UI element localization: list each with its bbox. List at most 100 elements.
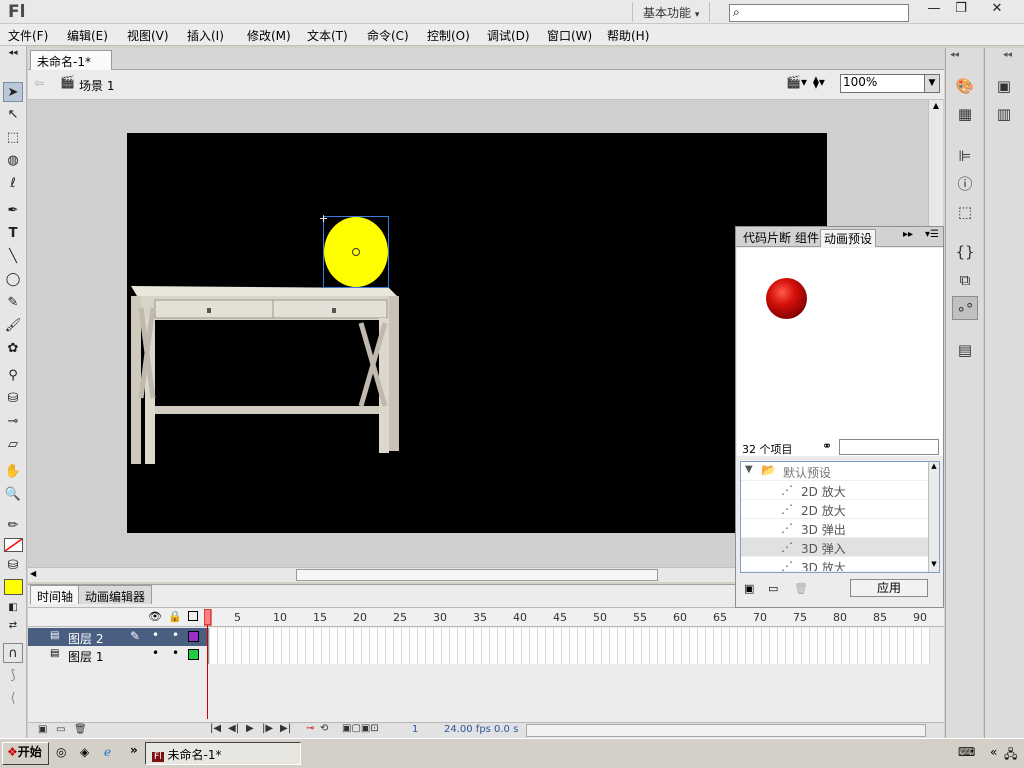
- stage[interactable]: +: [127, 133, 827, 533]
- preset-item[interactable]: ⋰ 3D 弹出: [741, 519, 928, 538]
- last-frame-icon[interactable]: ▶|: [280, 723, 291, 734]
- tray-expand-icon[interactable]: «: [990, 745, 997, 759]
- desk-image[interactable]: [127, 278, 402, 468]
- timeline-hscrollbar[interactable]: [526, 724, 926, 737]
- taskbar-item[interactable]: Fl 未命名-1*: [145, 742, 301, 765]
- menu-text[interactable]: 文本(T): [307, 27, 348, 44]
- scroll-up-icon[interactable]: ▲: [930, 101, 942, 114]
- code-snippets-icon[interactable]: {}: [952, 240, 978, 264]
- frame-rate[interactable]: 24.00 fps: [444, 724, 491, 735]
- text-tool-icon[interactable]: T: [3, 224, 23, 244]
- network-icon[interactable]: 🖧: [1004, 745, 1017, 766]
- next-frame-icon[interactable]: |▶: [262, 723, 273, 734]
- menu-window[interactable]: 窗口(W): [547, 27, 592, 44]
- apply-button[interactable]: 应用: [850, 579, 928, 597]
- pencil-tool-icon[interactable]: ✎: [3, 293, 23, 313]
- restore-button[interactable]: ❐: [946, 0, 976, 20]
- preset-list-scrollbar[interactable]: ▲ ▼: [928, 462, 939, 572]
- expand-triangle-icon[interactable]: ▼: [745, 464, 753, 475]
- deco-tool-icon[interactable]: ✿: [3, 339, 23, 359]
- scroll-up-icon[interactable]: ▲: [929, 462, 939, 470]
- line-tool-icon[interactable]: ╲: [3, 247, 23, 267]
- eraser-tool-icon[interactable]: ▱: [3, 435, 23, 455]
- ie-icon[interactable]: ℯ: [104, 745, 111, 759]
- snap-to-objects-icon[interactable]: ∩: [3, 643, 23, 663]
- keyboard-icon[interactable]: ⌨: [958, 745, 975, 759]
- new-preset-icon[interactable]: ▣: [744, 582, 754, 595]
- tab-timeline[interactable]: 时间轴: [30, 585, 81, 604]
- pen-tool-icon[interactable]: ✒: [3, 201, 23, 221]
- zoom-tool-icon[interactable]: 🔍: [3, 485, 23, 505]
- menu-control[interactable]: 控制(O): [427, 27, 470, 44]
- menu-commands[interactable]: 命令(C): [367, 27, 409, 44]
- panel-menu-icon[interactable]: ▾☰: [925, 229, 939, 240]
- onion-skin-icon[interactable]: ▣▢▣⊡: [342, 723, 379, 734]
- brush-tool-icon[interactable]: 🖌: [3, 316, 23, 336]
- search-input[interactable]: ⌕: [729, 4, 909, 22]
- document-tab[interactable]: 未命名-1* ×: [30, 50, 112, 84]
- menu-insert[interactable]: 插入(I): [187, 27, 224, 44]
- loop-icon[interactable]: ⟲: [320, 723, 328, 734]
- menu-debug[interactable]: 调试(D): [487, 27, 530, 44]
- lasso-tool-icon[interactable]: ℓ: [3, 174, 23, 194]
- library-icon[interactable]: ▥: [991, 102, 1017, 126]
- layer-row[interactable]: ▤ 图层 2 ✎ • •: [28, 628, 208, 646]
- preset-folder[interactable]: ▼ 📂 默认预设: [741, 462, 928, 481]
- prev-frame-icon[interactable]: ◀|: [228, 723, 239, 734]
- visible-dot[interactable]: •: [152, 628, 159, 642]
- preset-item[interactable]: ⋰ 3D 放大: [741, 557, 928, 572]
- layer-color-swatch[interactable]: [188, 649, 199, 660]
- new-layer-icon[interactable]: ▣: [38, 724, 47, 735]
- hand-tool-icon[interactable]: ✋: [3, 462, 23, 482]
- collapse-icon[interactable]: ◂◂: [3, 48, 23, 58]
- 3d-rotation-tool-icon[interactable]: ◍: [3, 151, 23, 171]
- preset-search-input[interactable]: [839, 439, 939, 455]
- chrome-icon[interactable]: ◎: [56, 745, 66, 759]
- edit-scene-icon[interactable]: 🎬▾: [786, 75, 807, 89]
- tab-motion-presets[interactable]: 动画预设: [820, 229, 877, 247]
- lock-dot[interactable]: •: [172, 646, 179, 660]
- delete-icon[interactable]: 🗑: [794, 582, 808, 595]
- menu-modify[interactable]: 修改(M): [247, 27, 291, 44]
- chevron-down-icon[interactable]: ▼: [924, 74, 940, 93]
- eyedropper-tool-icon[interactable]: ⊸: [3, 412, 23, 432]
- stroke-color-icon[interactable]: ✏: [3, 516, 23, 536]
- scroll-left-icon[interactable]: ◀: [30, 569, 36, 578]
- straighten-icon[interactable]: ⟨: [3, 689, 23, 709]
- menu-help[interactable]: 帮助(H): [607, 27, 649, 44]
- close-button[interactable]: ✕: [980, 0, 1014, 20]
- preset-item[interactable]: ⋰ 2D 放大: [741, 500, 928, 519]
- fill-color-swatch[interactable]: [4, 579, 23, 595]
- transform-point[interactable]: [352, 248, 360, 256]
- play-icon[interactable]: ▶: [246, 723, 254, 734]
- delete-icon[interactable]: 🗑: [74, 724, 87, 735]
- smooth-icon[interactable]: ⟆: [3, 666, 23, 686]
- workspace-switcher[interactable]: 基本功能 ▾: [632, 2, 711, 22]
- selection-tool-icon[interactable]: ➤: [3, 82, 23, 102]
- new-folder-icon[interactable]: ▭: [768, 582, 778, 595]
- fill-color-icon[interactable]: ⛁: [3, 556, 23, 576]
- expand-panel-icon[interactable]: ▸▸: [903, 229, 913, 240]
- center-frame-icon[interactable]: ⊸: [306, 723, 314, 734]
- stroke-color-swatch[interactable]: [4, 538, 23, 552]
- back-arrow-icon[interactable]: ⇦: [34, 76, 44, 90]
- menu-edit[interactable]: 编辑(E): [67, 27, 108, 44]
- playhead[interactable]: [204, 609, 212, 719]
- color-icon[interactable]: 🎨: [952, 74, 978, 98]
- menu-view[interactable]: 视图(V): [127, 27, 169, 44]
- paint-bucket-tool-icon[interactable]: ⛁: [3, 389, 23, 409]
- transform-icon[interactable]: ⬚: [952, 200, 978, 224]
- layer-color-swatch[interactable]: [188, 631, 199, 642]
- menu-file[interactable]: 文件(F): [8, 27, 48, 44]
- preset-item[interactable]: ⋰ 3D 弹入: [741, 538, 928, 557]
- start-button[interactable]: ❖开始: [2, 742, 49, 765]
- subselection-tool-icon[interactable]: ↖: [3, 105, 23, 125]
- lock-icon[interactable]: 🔒: [168, 610, 182, 623]
- black-white-icon[interactable]: ◧: [3, 598, 23, 618]
- tab-motion-editor[interactable]: 动画编辑器: [78, 585, 153, 604]
- more-icon[interactable]: »: [130, 743, 138, 757]
- new-folder-icon[interactable]: ▭: [56, 724, 65, 735]
- oval-tool-icon[interactable]: ◯: [3, 270, 23, 290]
- quicklaunch-icon[interactable]: ◈: [80, 745, 89, 759]
- scroll-thumb[interactable]: [296, 569, 658, 581]
